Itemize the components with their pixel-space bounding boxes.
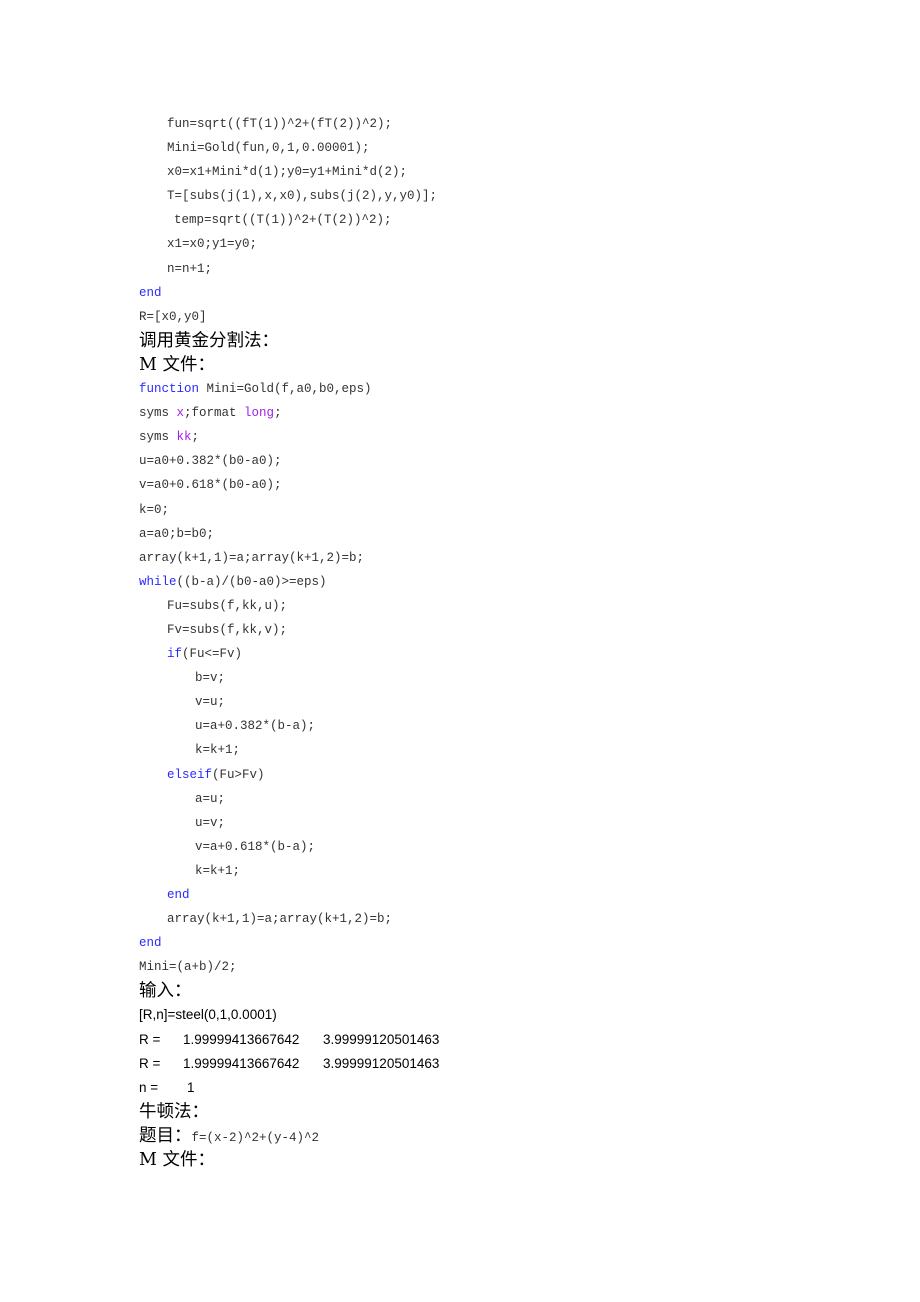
- code-line: Fv=subs(f,kk,v);: [167, 622, 288, 637]
- section-heading-m-file: M 文件：: [139, 1150, 215, 1171]
- code-line: R=[x0,y0]: [139, 309, 207, 324]
- output-value: 3.99999120501463: [323, 1055, 440, 1071]
- code-line: x0=x1+Mini*d(1);y0=y1+Mini*d(2);: [167, 165, 408, 180]
- code-line-function: function Mini=Gold(f,a0,b0,eps): [139, 377, 839, 401]
- command-line: [R,n]=steel(0,1,0.0001): [139, 1007, 277, 1023]
- code-text: ;: [191, 430, 200, 445]
- code-line-while: while((b-a)/(b0-a0)>=eps): [139, 570, 839, 594]
- section-heading-input: 输入：: [139, 981, 192, 1002]
- code-line-if: if(Fu<=Fv): [139, 642, 839, 666]
- code-symbol: kk: [176, 430, 192, 445]
- output-label: n =: [139, 1079, 159, 1095]
- code-line: a=u;: [195, 791, 226, 806]
- code-line: v=a+0.618*(b-a);: [195, 839, 316, 854]
- code-text: (Fu<=Fv): [182, 647, 243, 662]
- output-value: 3.99999120501463: [323, 1031, 440, 1047]
- output-row: n = 1: [139, 1076, 839, 1100]
- output-value: 1.99999413667642: [183, 1055, 300, 1071]
- code-line: v=u;: [195, 695, 226, 710]
- code-line: n=n+1;: [167, 261, 213, 276]
- code-line: k=0;: [139, 502, 170, 517]
- document-page: fun=sqrt((fT(1))^2+(fT(2))^2); Mini=Gold…: [139, 112, 839, 1172]
- code-line: x1=x0;y1=y0;: [167, 237, 258, 252]
- section-heading-golden-section: 调用黄金分割法：: [139, 330, 279, 351]
- code-keyword-end: end: [167, 888, 190, 902]
- code-line: a=a0;b=b0;: [139, 526, 215, 541]
- output-label: R =: [139, 1031, 161, 1047]
- code-line: T=[subs(j(1),x,x0),subs(j(2),y,y0)];: [167, 189, 438, 204]
- code-text: ((b-a)/(b0-a0)>=eps): [176, 574, 327, 589]
- code-text: syms: [139, 430, 177, 445]
- code-line: Mini=(a+b)/2;: [139, 960, 237, 975]
- code-keyword: if: [167, 647, 183, 662]
- code-line-syms: syms x;format long;: [139, 401, 839, 425]
- output-value: 1.99999413667642: [183, 1031, 300, 1047]
- code-line: k=k+1;: [195, 743, 241, 758]
- code-line: v=a0+0.618*(b0-a0);: [139, 478, 282, 493]
- code-line: fun=sqrt((fT(1))^2+(fT(2))^2);: [167, 117, 393, 131]
- output-row: R = 1.99999413667642 3.99999120501463: [139, 1052, 839, 1076]
- code-symbol: long: [244, 406, 275, 421]
- code-line: b=v;: [195, 671, 226, 686]
- code-line: u=a0+0.382*(b0-a0);: [139, 454, 282, 469]
- code-keyword: elseif: [167, 767, 213, 782]
- code-line: temp=sqrt((T(1))^2+(T(2))^2);: [174, 213, 392, 228]
- code-keyword: function: [139, 382, 200, 397]
- output-label: R =: [139, 1055, 161, 1071]
- code-line: u=a+0.382*(b-a);: [195, 719, 316, 734]
- code-keyword: while: [139, 574, 177, 589]
- code-line: u=v;: [195, 815, 226, 830]
- code-line: array(k+1,1)=a;array(k+1,2)=b;: [167, 912, 393, 927]
- problem-formula: f=(x-2)^2+(y-4)^2: [191, 1130, 320, 1145]
- problem-label: 题目：: [139, 1125, 192, 1146]
- code-line: Mini=Gold(fun,0,1,0.00001);: [167, 141, 370, 156]
- code-text: ;format: [184, 406, 245, 421]
- code-line-elseif: elseif(Fu>Fv): [139, 763, 839, 787]
- code-symbol: x: [176, 406, 185, 421]
- code-line: array(k+1,1)=a;array(k+1,2)=b;: [139, 550, 365, 565]
- section-heading-m-file: M 文件：: [139, 354, 215, 375]
- code-text: syms: [139, 406, 177, 421]
- code-line: Fu=subs(f,kk,u);: [167, 598, 288, 613]
- code-keyword-end: end: [139, 936, 162, 951]
- section-heading-newton: 牛顿法：: [139, 1101, 209, 1122]
- code-text: Mini=Gold(f,a0,b0,eps): [199, 382, 372, 397]
- code-text: ;: [274, 406, 282, 421]
- code-text: (Fu>Fv): [212, 767, 265, 782]
- code-keyword-end: end: [139, 285, 162, 300]
- problem-statement: 题目：f=(x-2)^2+(y-4)^2: [139, 1124, 839, 1148]
- output-value: 1: [187, 1079, 195, 1095]
- code-line: k=k+1;: [195, 863, 241, 878]
- output-row: R = 1.99999413667642 3.99999120501463: [139, 1028, 839, 1052]
- code-line-syms: syms kk;: [139, 425, 839, 449]
